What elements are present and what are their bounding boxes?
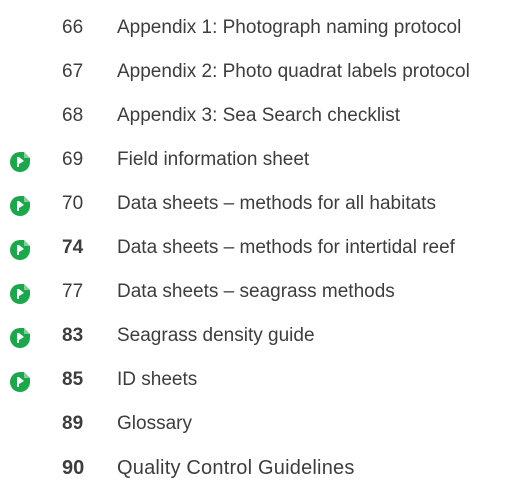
toc-page-number: 66 <box>62 17 84 38</box>
toc-page-number: 83 <box>62 325 84 346</box>
toc-entry-title[interactable]: Data sheets – methods for all habitats <box>117 192 436 216</box>
toc-entry[interactable]: 89 Glossary <box>0 409 508 439</box>
toc-entry-title[interactable]: ID sheets <box>117 368 197 392</box>
toc-entry-title[interactable]: Appendix 1: Photograph naming protocol <box>117 16 461 40</box>
toc-entry-title[interactable]: Data sheets – seagrass methods <box>117 280 395 304</box>
toc-entry[interactable]: 90 Quality Control Guidelines <box>0 453 508 483</box>
toc-page-number: 74 <box>62 237 84 258</box>
toc-entry[interactable]: 83 Seagrass density guide <box>0 321 508 351</box>
toc-page-number: 68 <box>62 105 84 126</box>
printable-sheet-icon <box>9 283 31 305</box>
toc-entry[interactable]: 74 Data sheets – methods for intertidal … <box>0 233 508 263</box>
toc-page-number: 77 <box>62 281 84 302</box>
printable-sheet-icon <box>9 371 31 393</box>
toc-page-number: 89 <box>62 413 84 434</box>
toc-entry-title[interactable]: Data sheets – methods for intertidal ree… <box>117 236 455 260</box>
toc-entry-title[interactable]: Appendix 2: Photo quadrat labels protoco… <box>117 60 470 84</box>
printable-sheet-icon <box>9 195 31 217</box>
toc-entry-title[interactable]: Glossary <box>117 412 192 436</box>
toc-page-number: 85 <box>62 369 84 390</box>
toc-entry-title[interactable]: Seagrass density guide <box>117 324 315 348</box>
toc-entry[interactable]: 69 Field information sheet <box>0 145 508 175</box>
toc-entry[interactable]: 68 Appendix 3: Sea Search checklist <box>0 101 508 131</box>
toc-entry-title[interactable]: Quality Control Guidelines <box>117 456 355 480</box>
toc-entry[interactable]: 66 Appendix 1: Photograph naming protoco… <box>0 13 508 43</box>
toc-page-number: 70 <box>62 193 84 214</box>
printable-sheet-icon <box>9 239 31 261</box>
toc-entry[interactable]: 85 ID sheets <box>0 365 508 395</box>
toc-entry[interactable]: 70 Data sheets – methods for all habitat… <box>0 189 508 219</box>
toc-entry-title[interactable]: Field information sheet <box>117 148 309 172</box>
toc-page-number: 67 <box>62 61 84 82</box>
toc-page-number: 90 <box>62 457 85 479</box>
toc-entry[interactable]: 67 Appendix 2: Photo quadrat labels prot… <box>0 57 508 87</box>
printable-sheet-icon <box>9 151 31 173</box>
toc-entry-title[interactable]: Appendix 3: Sea Search checklist <box>117 104 400 128</box>
toc-page-number: 69 <box>62 149 84 170</box>
toc-entry[interactable]: 77 Data sheets – seagrass methods <box>0 277 508 307</box>
printable-sheet-icon <box>9 327 31 349</box>
